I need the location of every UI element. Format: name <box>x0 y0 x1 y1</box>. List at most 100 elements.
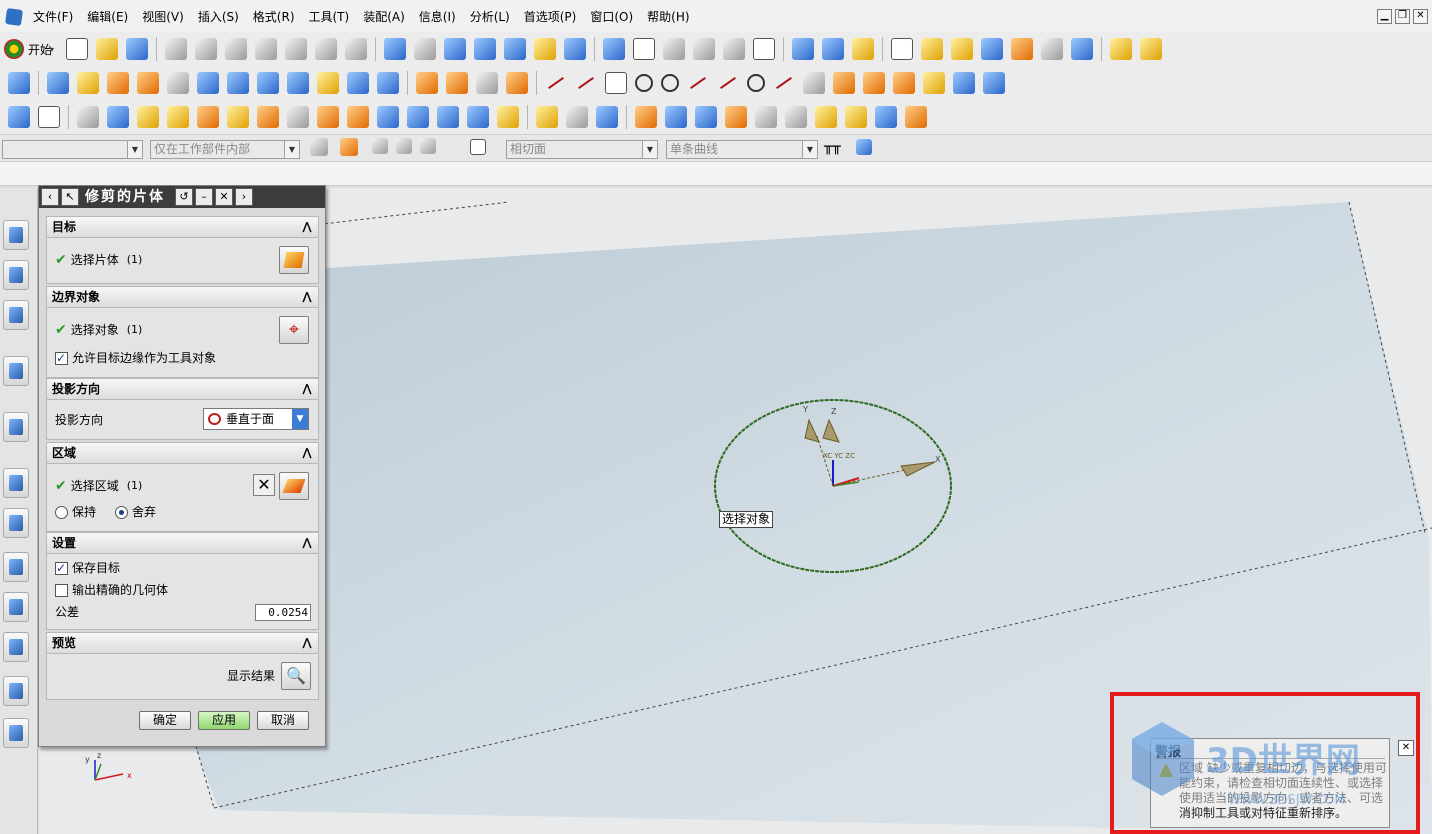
menu-assembly[interactable]: 装配(A) <box>356 9 412 25</box>
wrap-curve-icon[interactable] <box>506 72 528 94</box>
enlarge-icon[interactable] <box>497 106 519 128</box>
collapse-up-icon[interactable]: ⋀ <box>300 536 314 550</box>
mirror-body-icon[interactable] <box>635 106 657 128</box>
menu-edit[interactable]: 编辑(E) <box>80 9 135 25</box>
menu-format[interactable]: 格式(R) <box>246 9 302 25</box>
delete-edge-icon[interactable] <box>437 106 459 128</box>
follow-fillet-icon[interactable] <box>856 139 872 155</box>
paste-icon[interactable] <box>225 38 248 60</box>
shape-studio-icon[interactable] <box>875 106 897 128</box>
polygon-icon[interactable] <box>635 74 653 92</box>
extension-icon[interactable] <box>227 106 249 128</box>
select-region-button[interactable] <box>279 472 309 500</box>
revolve-icon[interactable] <box>377 72 399 94</box>
n-sided-surface-icon[interactable] <box>107 106 129 128</box>
shaded-icon[interactable] <box>663 38 686 60</box>
zoom-icon[interactable] <box>444 38 467 60</box>
select-object-row[interactable]: ✔ 选择对象 (1) <box>55 322 142 338</box>
copy-icon[interactable] <box>195 38 218 60</box>
wcs-origin-icon[interactable] <box>792 38 815 60</box>
discard-radio[interactable]: 舍弃 <box>115 504 156 520</box>
extrude-surface-icon[interactable] <box>167 72 189 94</box>
line-icon[interactable] <box>545 72 567 94</box>
snap-point-icon[interactable] <box>1071 38 1094 60</box>
selection-options-icon[interactable] <box>310 138 328 156</box>
select-rect-icon[interactable] <box>470 139 486 155</box>
collapse-icon[interactable]: – <box>195 188 213 206</box>
trim-sheet-icon[interactable] <box>317 106 339 128</box>
close-icon[interactable]: ✕ <box>215 188 233 206</box>
point-set-icon[interactable] <box>8 106 30 128</box>
thicken-icon[interactable] <box>137 106 159 128</box>
curve-rule-select[interactable]: 单条曲线 ▼ <box>666 140 818 159</box>
chevron-left-icon[interactable]: ‹ <box>41 188 59 206</box>
fit-view-icon[interactable] <box>384 38 407 60</box>
render-icon[interactable] <box>845 106 867 128</box>
menu-preferences[interactable]: 首选项(P) <box>517 9 584 25</box>
cone-icon[interactable] <box>257 72 279 94</box>
section-header-preview[interactable]: 预览 ⋀ <box>46 632 319 654</box>
new-file-icon[interactable] <box>66 38 89 60</box>
rectangle-icon[interactable] <box>605 72 627 94</box>
collapse-up-icon[interactable]: ⋀ <box>300 636 314 650</box>
magnify-icon[interactable] <box>474 38 497 60</box>
section-header-target[interactable]: 目标 ⋀ <box>46 216 319 238</box>
part-navigator-tab[interactable] <box>3 260 29 290</box>
chevron-right-icon[interactable]: › <box>235 188 253 206</box>
vector-icon[interactable] <box>981 38 1004 60</box>
web-browser-tab[interactable] <box>3 412 29 442</box>
menu-view[interactable]: 视图(V) <box>135 9 191 25</box>
sew-icon[interactable] <box>167 106 189 128</box>
collapse-up-icon[interactable]: ⋀ <box>300 220 314 234</box>
start-button[interactable]: 开始 ▾ <box>4 39 56 59</box>
collapse-up-icon[interactable]: ⋀ <box>300 382 314 396</box>
tolerance-input[interactable]: 0.0254 <box>255 604 311 621</box>
dialog-tool-icon[interactable]: ↖ <box>61 188 79 206</box>
menu-insert[interactable]: 插入(S) <box>191 9 246 25</box>
divide-curve-icon[interactable] <box>953 72 975 94</box>
general-selection-icon[interactable] <box>340 138 358 156</box>
close-icon[interactable]: ✕ <box>1413 9 1428 24</box>
undo-icon[interactable] <box>255 38 278 60</box>
midsurface-icon[interactable] <box>287 106 309 128</box>
redo-icon[interactable] <box>285 38 308 60</box>
section-header-region[interactable]: 区域 ⋀ <box>46 442 319 464</box>
trim-extend-icon[interactable] <box>347 106 369 128</box>
reset-icon[interactable]: ↺ <box>175 188 193 206</box>
section-header-projection[interactable]: 投影方向 ⋀ <box>46 378 319 400</box>
collapse-up-icon[interactable]: ⋀ <box>300 446 314 460</box>
show-result-button[interactable]: 🔍 <box>281 662 311 690</box>
assembly-nav-icon[interactable] <box>8 72 30 94</box>
wireframe-icon[interactable] <box>693 38 716 60</box>
ellipse-icon[interactable] <box>661 74 679 92</box>
trim-curve-icon[interactable] <box>717 72 739 94</box>
wcs-dynamic-icon[interactable] <box>822 38 845 60</box>
menu-file[interactable]: 文件(F) <box>26 9 80 25</box>
tools-icon[interactable] <box>345 38 368 60</box>
bounded-plane-icon[interactable] <box>77 72 99 94</box>
measure-angle-icon[interactable] <box>1140 38 1163 60</box>
allow-edges-checkbox[interactable]: 允许目标边缘作为工具对象 <box>55 350 216 366</box>
snap-icon[interactable] <box>372 138 388 154</box>
curve-length-icon[interactable] <box>983 72 1005 94</box>
reuse-library-tab[interactable] <box>3 300 29 330</box>
perspective-icon[interactable] <box>564 38 587 60</box>
bridge-curve-icon[interactable] <box>863 72 885 94</box>
plane-icon[interactable] <box>1011 38 1034 60</box>
curve-edit-icon[interactable] <box>923 72 945 94</box>
split-face-icon[interactable] <box>377 106 399 128</box>
menu-help[interactable]: 帮助(H) <box>640 9 696 25</box>
visualization-tab[interactable] <box>3 552 29 582</box>
pan-icon[interactable] <box>534 38 557 60</box>
background-icon[interactable] <box>753 38 776 60</box>
helix-icon[interactable] <box>747 74 765 92</box>
block-icon[interactable] <box>197 72 219 94</box>
large-surface-icon[interactable] <box>257 106 279 128</box>
menu-analysis[interactable]: 分析(L) <box>463 9 517 25</box>
palette-tab[interactable] <box>3 718 29 748</box>
sheet-body-icon[interactable] <box>47 72 69 94</box>
exact-geometry-checkbox[interactable]: 输出精确的几何体 <box>55 582 168 598</box>
subtract-icon[interactable] <box>566 106 588 128</box>
orient-view-icon[interactable] <box>603 38 626 60</box>
face-blend-icon[interactable] <box>77 106 99 128</box>
